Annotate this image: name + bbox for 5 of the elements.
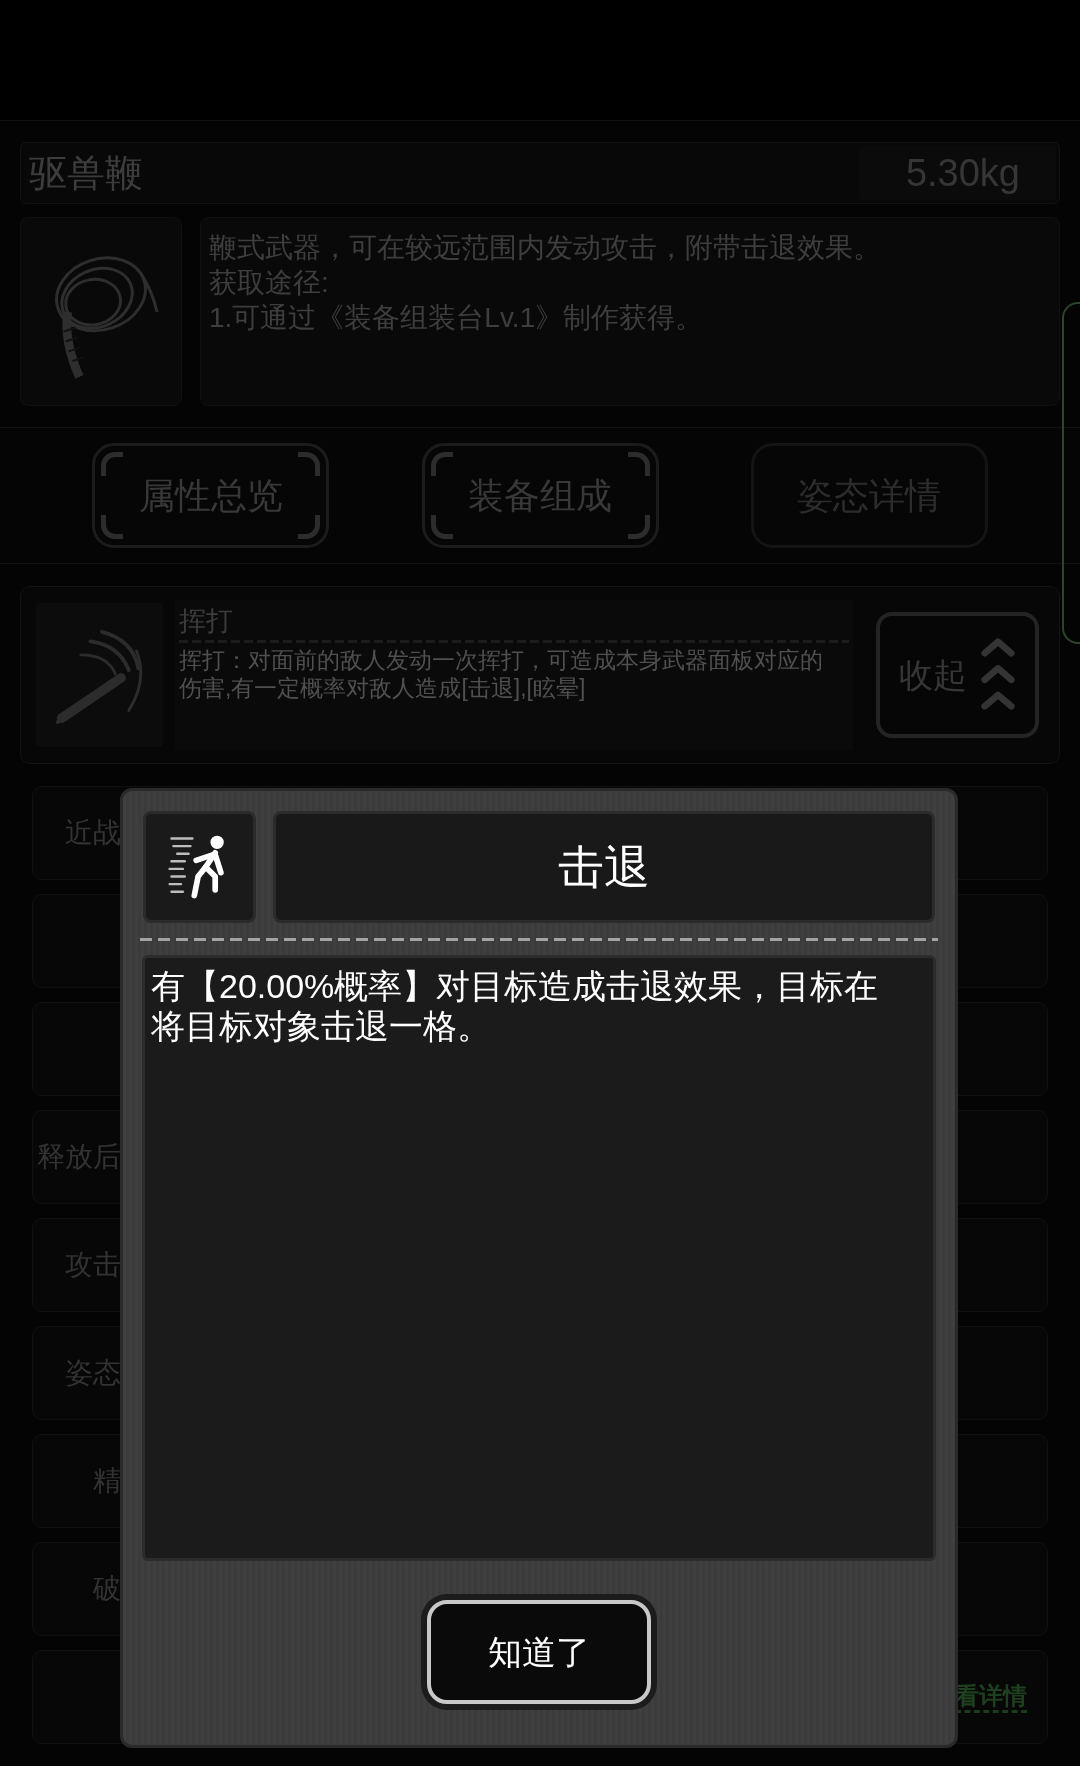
dialog-title: 击退 bbox=[558, 839, 650, 895]
running-figure-icon bbox=[143, 811, 256, 923]
skill-description: 挥打：对面前的敌人发动一次挥打，可造成本身武器面板对应的伤害,有一定概率对敌人造成[击退],[眩晕] bbox=[179, 646, 824, 702]
confirm-button[interactable]: 知道了 bbox=[421, 1594, 657, 1710]
dialog-message: 有【20.00%概率】对目标造成击退效果，目标在将目标对象击退一格。 bbox=[151, 966, 880, 1046]
